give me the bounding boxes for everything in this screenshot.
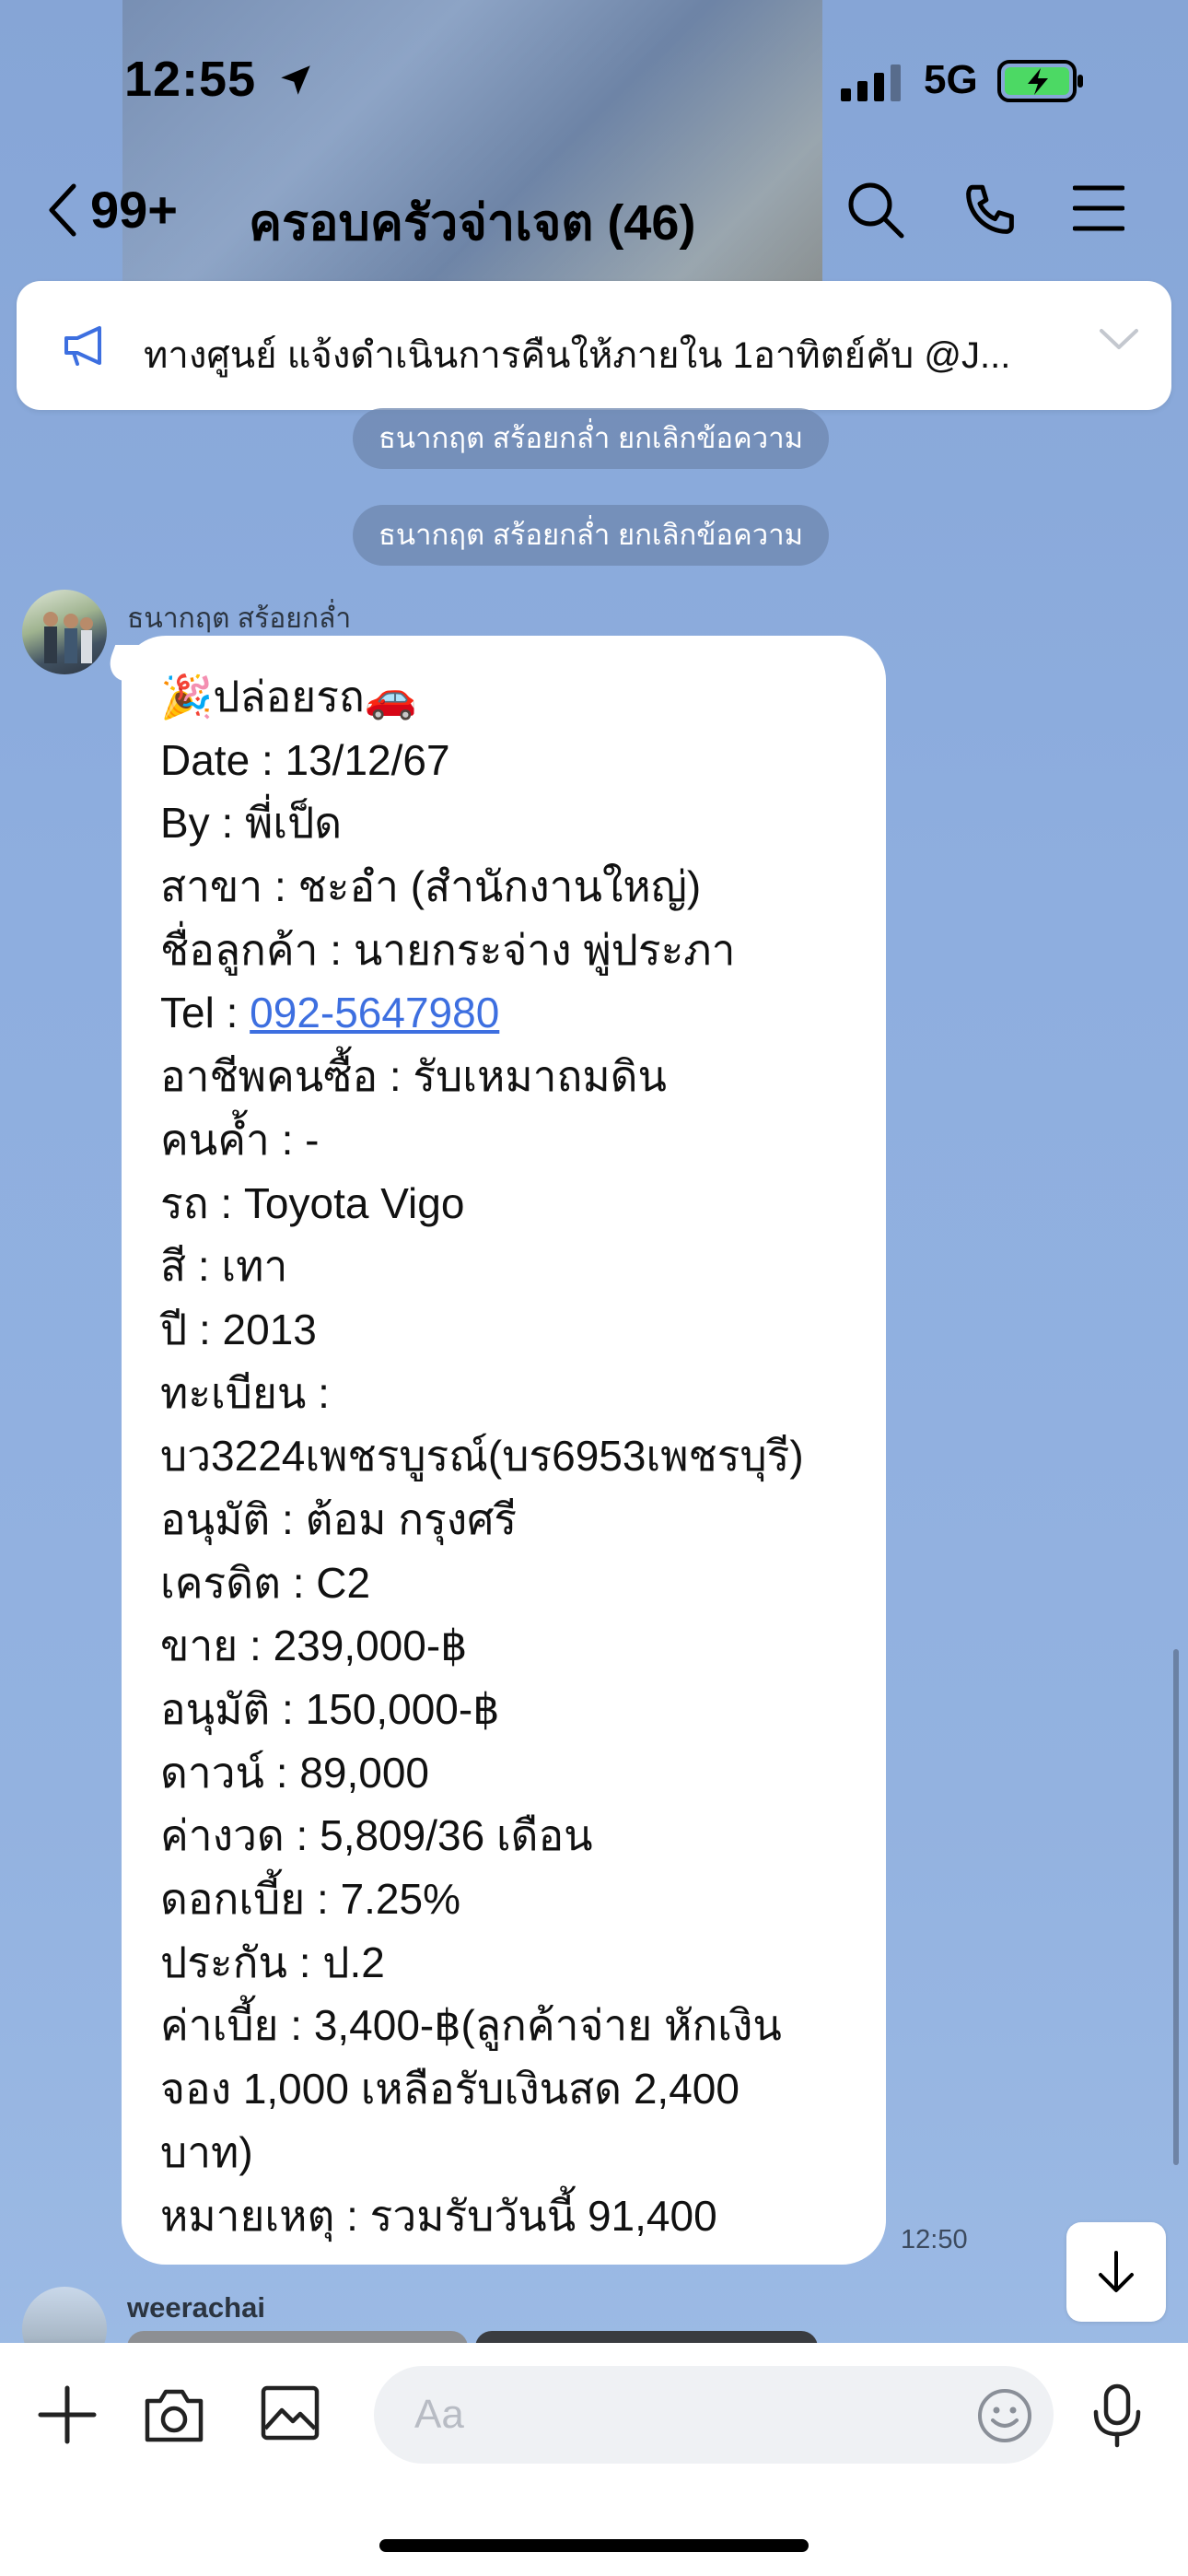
status-time: 12:55 <box>124 52 257 107</box>
scroll-to-bottom-button[interactable] <box>1066 2222 1166 2322</box>
image-gallery-icon[interactable] <box>260 2383 320 2443</box>
emoji-icon[interactable] <box>976 2387 1033 2444</box>
sender-name: ธนากฤต สร้อยกล่ำ <box>127 603 352 634</box>
message-line: ค่าเบี้ย : 3,400-฿(ลูกค้าจ่าย หักเงิน <box>160 2001 782 2050</box>
home-indicator <box>379 2539 809 2552</box>
message-line: เครดิต : C2 <box>160 1558 371 1607</box>
avatar[interactable] <box>22 590 107 674</box>
message-line: ชื่อลูกค้า : นายกระจ่าง พู่ประภา <box>160 925 736 974</box>
message-line: By : พี่เป็ด <box>160 799 343 848</box>
message-line: ทะเบียน : <box>160 1368 330 1417</box>
message-line: บาท) <box>160 2127 253 2176</box>
message-line: อาชีพคนซื้อ : รับเหมาถมดิน <box>160 1052 668 1101</box>
message-line: จอง 1,000 เหลือรับเงินสด 2,400 <box>160 2065 740 2113</box>
back-button[interactable]: 99+ <box>46 180 178 240</box>
message-line: ประกัน : ป.2 <box>160 1938 385 1986</box>
message-line: ดาวน์ : 89,000 <box>160 1748 430 1797</box>
unread-count: 99+ <box>90 181 178 239</box>
message-line: ค่างวด : 5,809/36 เดือน <box>160 1811 593 1860</box>
message-line: อนุมัติ : ต้อม กรุงศรี <box>160 1494 518 1543</box>
message-line-tel: Tel : 092-5647980 <box>160 981 888 1045</box>
avatar-photo-icon <box>43 612 93 663</box>
message-line: สี : เทา <box>160 1242 288 1291</box>
network-type: 5G <box>924 57 978 102</box>
system-message-unsend: ธนากฤต สร้อยกล่ำ ยกเลิกข้อความ <box>353 408 830 469</box>
cellular-signal-icon <box>841 64 901 101</box>
message-line: หมายเหตุ : รวมรับวันนี้ 91,400 <box>160 2191 717 2240</box>
announcement-banner[interactable]: ทางศูนย์ แจ้งดำเนินการคืนให้ภายใน 1อาทิต… <box>17 281 1171 410</box>
message-line: ดอกเบี้ย : 7.25% <box>160 1875 460 1924</box>
plus-icon[interactable] <box>37 2384 98 2445</box>
camera-icon[interactable] <box>142 2384 206 2445</box>
megaphone-icon <box>64 326 101 366</box>
chevron-left-icon <box>49 183 76 236</box>
message-line: รถ : Toyota Vigo <box>160 1178 465 1227</box>
message-timestamp: 12:50 <box>901 2225 968 2254</box>
search-icon[interactable] <box>845 180 906 240</box>
arrow-down-icon <box>1099 2251 1134 2292</box>
battery-charging-icon <box>997 60 1083 102</box>
message-line: Date : 13/12/67 <box>160 735 450 784</box>
message-line: 🎉ปล่อยรถ🚗 <box>160 673 418 720</box>
message-line: บว3224เพชรบูรณ์(บร6953เพชรบุรี) <box>160 1432 804 1481</box>
menu-icon[interactable] <box>1073 184 1124 232</box>
message-text[interactable]: 🎉ปล่อยรถ🚗 Date : 13/12/67 By : พี่เป็ด ส… <box>160 665 888 2247</box>
system-message-unsend: ธนากฤต สร้อยกล่ำ ยกเลิกข้อความ <box>353 505 830 566</box>
chevron-down-icon[interactable] <box>1099 327 1139 351</box>
message-line: ปี : 2013 <box>160 1305 317 1353</box>
microphone-icon[interactable] <box>1089 2383 1146 2449</box>
chat-title[interactable]: ครอบครัวจ่าเจต (46) <box>249 182 695 262</box>
message-line: คนค้ำ : - <box>160 1115 320 1164</box>
phone-link[interactable]: 092-5647980 <box>250 989 499 1036</box>
tel-label: Tel : <box>160 989 250 1037</box>
message-line: สาขา : ชะอำ (สำนักงานใหญ่) <box>160 862 702 911</box>
sender-name: weerachai <box>127 2291 265 2324</box>
message-line: ขาย : 239,000-฿ <box>160 1622 468 1670</box>
phone-call-icon[interactable] <box>960 180 1020 240</box>
announcement-text: ทางศูนย์ แจ้งดำเนินการคืนให้ภายใน 1อาทิต… <box>144 335 1011 376</box>
message-input[interactable] <box>374 2366 1054 2464</box>
location-arrow-icon <box>281 65 310 95</box>
message-line: อนุมัติ : 150,000-฿ <box>160 1685 500 1733</box>
scrollbar[interactable] <box>1173 1649 1179 2165</box>
